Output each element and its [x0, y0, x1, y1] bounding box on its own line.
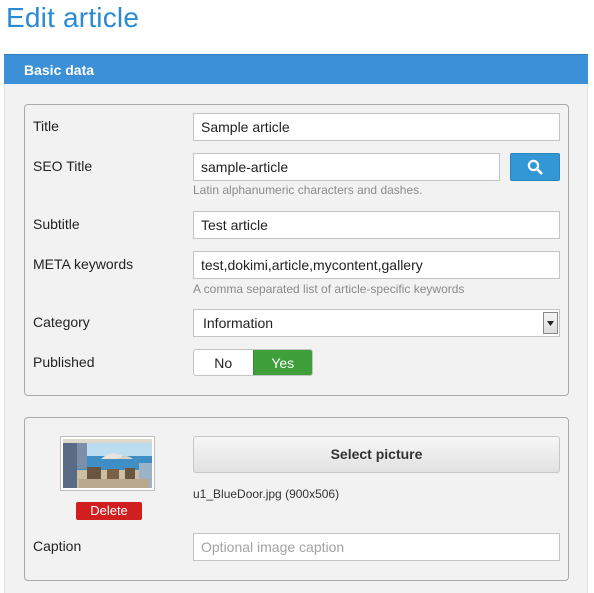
title-label: Title — [33, 118, 59, 134]
edit-article-page: Edit article Basic data Title SEO Title … — [0, 0, 594, 593]
seo-title-label: SEO Title — [33, 158, 93, 174]
category-select[interactable]: Information — [193, 309, 560, 337]
subtitle-label: Subtitle — [33, 216, 80, 232]
published-yes-option[interactable]: Yes — [252, 350, 312, 375]
chevron-down-icon[interactable] — [543, 312, 558, 334]
page-title: Edit article — [6, 2, 140, 33]
category-label: Category — [33, 314, 90, 330]
seo-search-button[interactable] — [510, 153, 560, 181]
published-toggle[interactable]: No Yes — [193, 349, 313, 376]
seo-title-help: Latin alphanumeric characters and dashes… — [193, 183, 423, 197]
meta-keywords-input[interactable] — [193, 251, 560, 279]
seo-title-input[interactable] — [193, 153, 500, 181]
picture-thumbnail — [60, 436, 155, 491]
meta-keywords-help: A comma separated list of article-specif… — [193, 282, 465, 296]
caption-input[interactable] — [193, 533, 560, 561]
caption-label: Caption — [33, 538, 82, 554]
section-header-basic-data: Basic data — [4, 54, 588, 84]
picture-file-info: u1_BlueDoor.jpg (900x506) — [193, 487, 340, 501]
meta-keywords-label: META keywords — [33, 256, 134, 272]
category-selected-value: Information — [203, 315, 274, 331]
select-picture-button[interactable]: Select picture — [193, 436, 560, 473]
search-icon — [527, 159, 543, 175]
delete-picture-button[interactable]: Delete — [76, 502, 142, 520]
title-input[interactable] — [193, 113, 560, 141]
published-no-option[interactable]: No — [194, 350, 253, 375]
subtitle-input[interactable] — [193, 211, 560, 239]
published-label: Published — [33, 354, 95, 370]
